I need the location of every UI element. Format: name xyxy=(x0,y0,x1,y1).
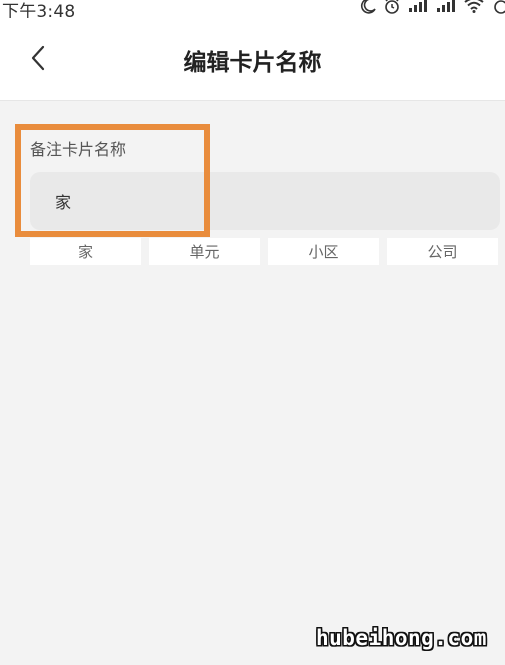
header: 编辑卡片名称 xyxy=(0,18,505,101)
moon-icon xyxy=(359,0,377,15)
wifi-icon xyxy=(463,0,485,13)
card-name-input[interactable] xyxy=(30,172,500,230)
alarm-icon xyxy=(383,0,401,15)
status-icons xyxy=(359,0,505,15)
option-chip-home[interactable]: 家 xyxy=(30,238,141,265)
signal-icon xyxy=(407,0,429,13)
option-chip-community[interactable]: 小区 xyxy=(268,238,379,265)
option-chip-company[interactable]: 公司 xyxy=(387,238,498,265)
signal-icon xyxy=(435,0,457,13)
battery-icon xyxy=(491,0,505,15)
status-bar: 下午3:48 xyxy=(0,0,505,22)
option-chip-unit[interactable]: 单元 xyxy=(149,238,260,265)
card-name-label: 备注卡片名称 xyxy=(30,140,127,159)
watermark: hubeihong.com xyxy=(316,626,487,650)
page-title: 编辑卡片名称 xyxy=(183,50,322,76)
